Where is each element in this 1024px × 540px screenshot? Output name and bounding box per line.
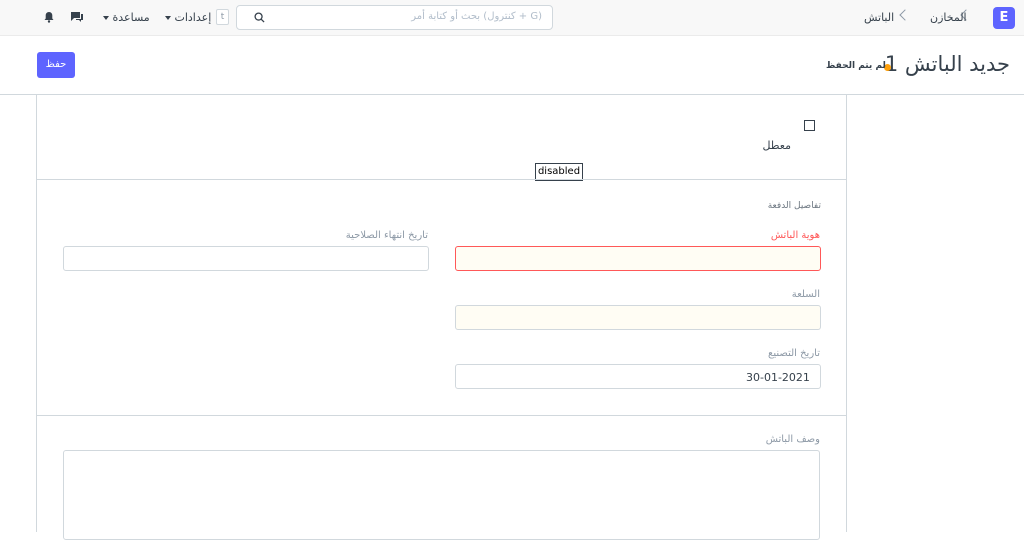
section-divider — [37, 179, 847, 180]
breadcrumb-batch[interactable]: الباتش — [864, 11, 894, 24]
settings-menu[interactable]: إعدادات — [165, 11, 211, 24]
notification-bell-icon[interactable] — [43, 11, 55, 23]
caret-down-icon — [165, 16, 171, 20]
manufacturing-date-label: تاريخ التصنيع — [768, 348, 820, 359]
breadcrumb-stock[interactable]: المخازن — [930, 11, 967, 24]
settings-label: إعدادات — [174, 11, 212, 24]
help-label: مساعدة — [112, 11, 150, 24]
unsaved-indicator: لم يتم الحفظ — [826, 61, 886, 71]
disabled-checkbox-label[interactable]: معطل — [762, 139, 791, 152]
description-field[interactable] — [63, 450, 820, 540]
search-icon — [254, 12, 265, 23]
section-divider — [37, 415, 847, 416]
search-placeholder: بحث أو كتابة أمر (كنترول + G) — [411, 11, 542, 22]
manufacturing-date-field[interactable]: 30-01-2021 — [455, 364, 821, 389]
caret-down-icon — [103, 16, 109, 20]
item-field[interactable] — [455, 305, 821, 330]
batch-id-field[interactable] — [455, 246, 821, 271]
expiry-date-field[interactable] — [63, 246, 429, 271]
item-label: السلعة — [791, 289, 820, 300]
app-logo[interactable]: E — [993, 7, 1015, 29]
breadcrumb-chevron-icon — [899, 9, 911, 21]
search-shortcut-key: t — [216, 9, 229, 25]
page-head: جديد الباتش 1 لم يتم الحفظ حفظ — [0, 36, 1024, 95]
save-button[interactable]: حفظ — [37, 52, 75, 78]
page-title: جديد الباتش 1 — [884, 52, 1010, 76]
batch-id-label: هوية الباتش — [770, 230, 820, 241]
form-body: معطل disabled تفاصيل الدفعة هوية الباتش … — [36, 95, 847, 540]
navbar: E المخازن الباتش بحث أو كتابة أمر (كنترو… — [0, 0, 1024, 36]
expiry-date-label: تاريخ انتهاء الصلاحية — [345, 230, 428, 241]
description-label: وصف الباتش — [765, 434, 820, 445]
manufacturing-date-value: 30-01-2021 — [746, 371, 810, 384]
disabled-checkbox[interactable] — [804, 120, 815, 131]
chat-icon[interactable] — [70, 11, 84, 23]
help-menu[interactable]: مساعدة — [103, 11, 150, 24]
search-input[interactable]: بحث أو كتابة أمر (كنترول + G) — [236, 5, 553, 30]
section-title: تفاصيل الدفعة — [767, 201, 821, 211]
